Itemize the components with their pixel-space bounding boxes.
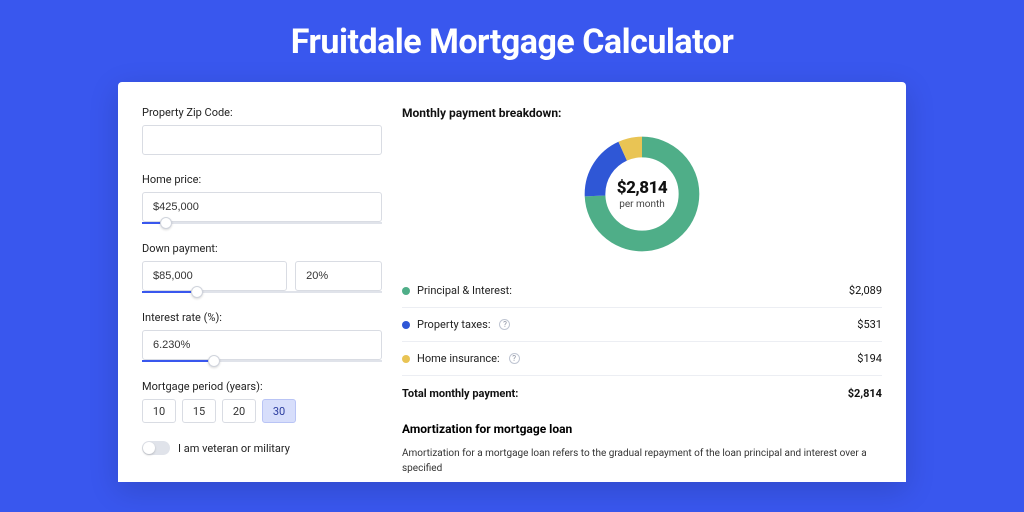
down-slider[interactable]	[142, 291, 382, 293]
price-field: Home price:	[142, 173, 382, 224]
veteran-toggle[interactable]	[142, 441, 170, 455]
period-buttons: 10 15 20 30	[142, 399, 382, 423]
dot-icon	[402, 355, 410, 363]
total-label: Total monthly payment:	[402, 387, 518, 400]
donut-center: $2,814 per month	[580, 132, 704, 256]
legend-value: $2,089	[849, 284, 882, 297]
rate-field: Interest rate (%):	[142, 311, 382, 362]
rate-slider-fill	[142, 360, 214, 362]
zip-input[interactable]	[142, 125, 382, 155]
zip-field: Property Zip Code:	[142, 106, 382, 155]
breakdown-title: Monthly payment breakdown:	[402, 106, 882, 120]
price-label: Home price:	[142, 173, 382, 186]
legend-row-insurance: Home insurance: ? $194	[402, 342, 882, 376]
down-field: Down payment:	[142, 242, 382, 293]
veteran-label: I am veteran or military	[178, 442, 290, 455]
dot-icon	[402, 321, 410, 329]
donut-wrap: $2,814 per month	[402, 132, 882, 256]
calculator-card: Property Zip Code: Home price: Down paym…	[118, 82, 906, 482]
period-btn-10[interactable]: 10	[142, 399, 176, 423]
legend-name: Property taxes:	[417, 318, 490, 331]
inputs-column: Property Zip Code: Home price: Down paym…	[142, 106, 382, 482]
rate-input[interactable]	[142, 330, 382, 360]
price-input[interactable]	[142, 192, 382, 222]
period-btn-30[interactable]: 30	[262, 399, 296, 423]
down-amount-input[interactable]	[142, 261, 287, 291]
rate-slider-thumb[interactable]	[208, 355, 220, 367]
legend-name: Principal & Interest:	[417, 284, 512, 297]
price-slider-thumb[interactable]	[160, 217, 172, 229]
rate-label: Interest rate (%):	[142, 311, 382, 324]
period-label: Mortgage period (years):	[142, 380, 382, 393]
page-title: Fruitdale Mortgage Calculator	[0, 0, 1024, 82]
down-label: Down payment:	[142, 242, 382, 255]
legend-value: $194	[857, 352, 882, 365]
total-value: $2,814	[848, 387, 882, 400]
donut-chart: $2,814 per month	[580, 132, 704, 256]
donut-value: $2,814	[617, 178, 667, 198]
help-icon[interactable]: ?	[509, 353, 520, 364]
down-pct-input[interactable]	[295, 261, 382, 291]
legend-value: $531	[857, 318, 882, 331]
zip-label: Property Zip Code:	[142, 106, 382, 119]
legend-name: Home insurance:	[417, 352, 500, 365]
donut-sub: per month	[619, 199, 665, 210]
amort-title: Amortization for mortgage loan	[402, 422, 882, 436]
breakdown-column: Monthly payment breakdown: $2,814 per mo…	[402, 106, 882, 482]
period-btn-15[interactable]: 15	[182, 399, 216, 423]
amort-body: Amortization for a mortgage loan refers …	[402, 446, 882, 476]
veteran-row: I am veteran or military	[142, 441, 382, 455]
price-slider[interactable]	[142, 222, 382, 224]
rate-slider[interactable]	[142, 360, 382, 362]
period-field: Mortgage period (years): 10 15 20 30	[142, 380, 382, 423]
period-btn-20[interactable]: 20	[222, 399, 256, 423]
down-slider-fill	[142, 291, 197, 293]
total-row: Total monthly payment: $2,814	[402, 376, 882, 416]
help-icon[interactable]: ?	[499, 319, 510, 330]
legend-row-taxes: Property taxes: ? $531	[402, 308, 882, 342]
down-slider-thumb[interactable]	[191, 286, 203, 298]
legend-row-principal: Principal & Interest: $2,089	[402, 274, 882, 308]
dot-icon	[402, 287, 410, 295]
